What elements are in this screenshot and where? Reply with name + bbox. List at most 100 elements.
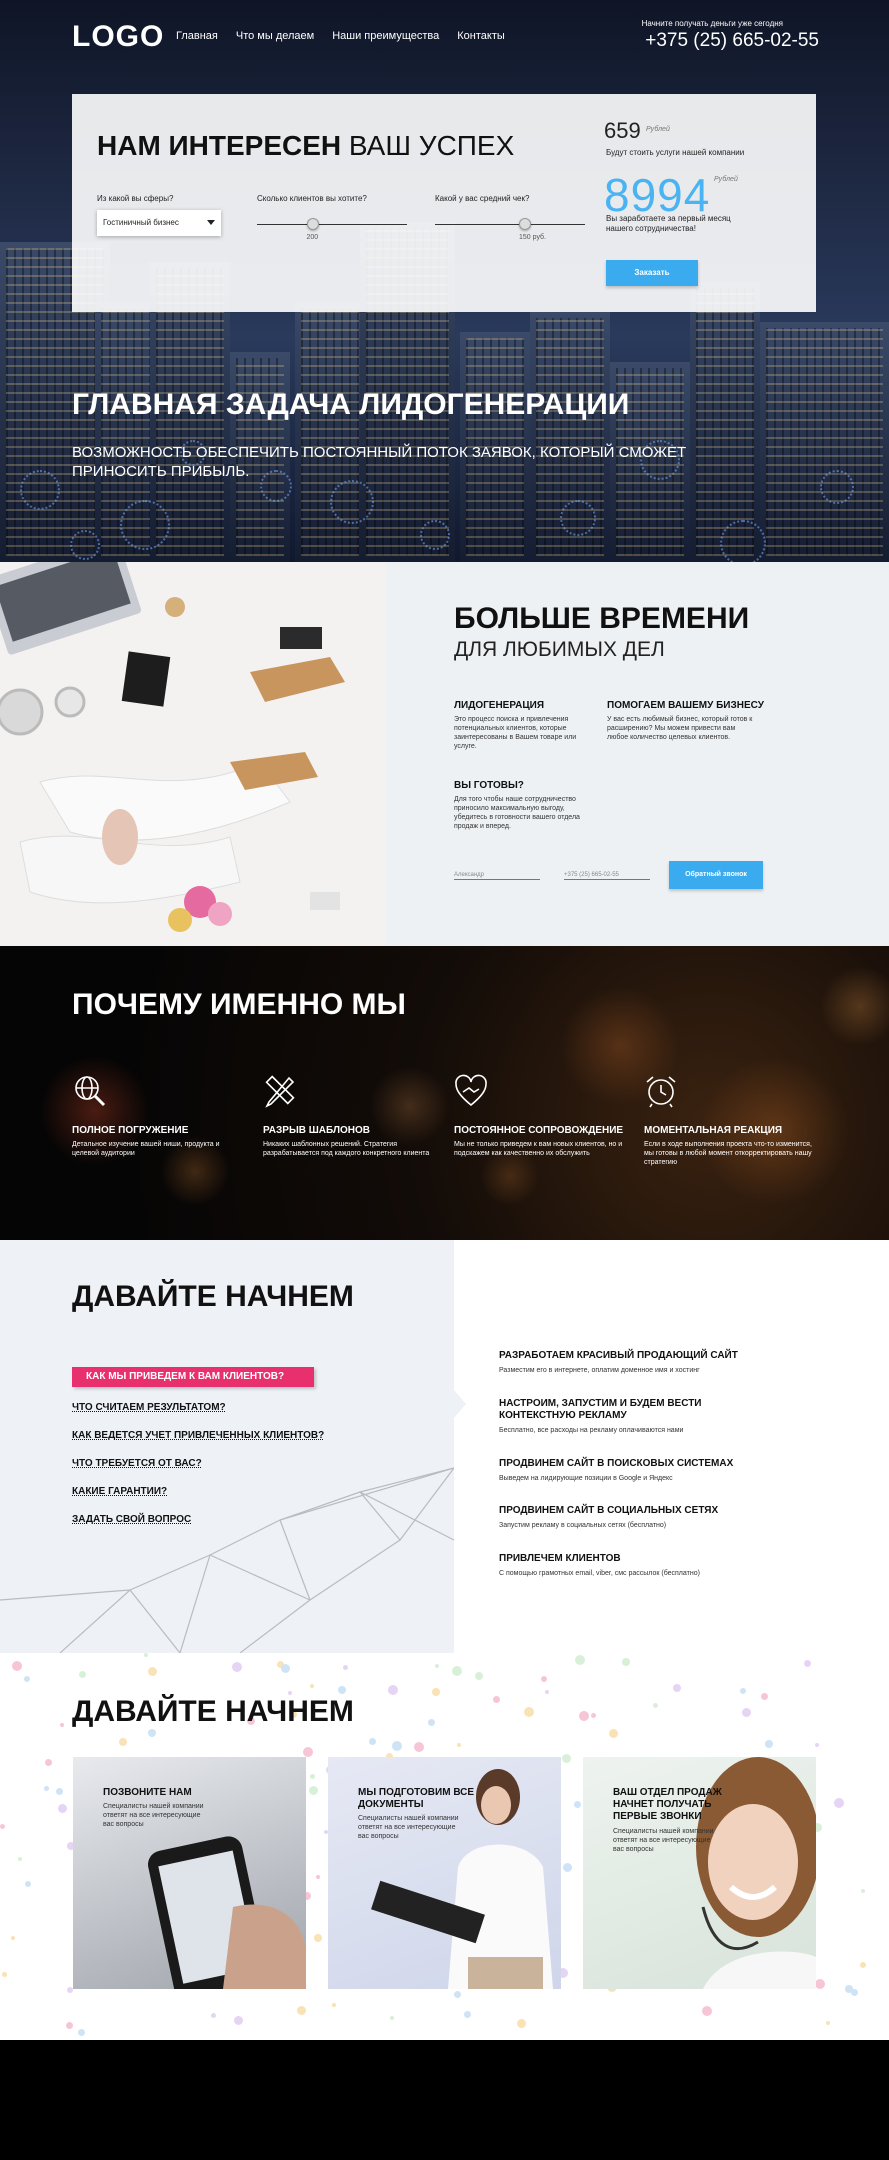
clients-slider-track[interactable] <box>257 224 407 225</box>
service-title: РАЗРАБОТАЕМ КРАСИВЫЙ ПРОДАЮЩИЙ САЙТ <box>499 1350 738 1361</box>
price-unit: Рублей <box>646 126 670 133</box>
confetti-dot <box>517 2019 526 2028</box>
top-nav: LOGO Главная Что мы делаем Наши преимуще… <box>0 0 889 70</box>
service-title: ПРОДВИНЕМ САЙТ В ПОИСКОВЫХ СИСТЕМАХ <box>499 1458 734 1469</box>
building <box>760 322 889 562</box>
confetti-dot <box>562 1754 571 1763</box>
phone-input[interactable]: +375 (25) 665-02-55 <box>564 862 650 880</box>
check-label: Какой у вас средний чек? <box>435 194 530 203</box>
feature-text: Никаких шаблонных решений. Стратегия раз… <box>263 1141 430 1157</box>
service-title: НАСТРОИМ, ЗАПУСТИМ И БУДЕМ ВЕСТИ КОНТЕКС… <box>499 1398 702 1421</box>
ready-title: ВЫ ГОТОВЫ? <box>454 780 524 791</box>
nav-link-services[interactable]: Что мы делаем <box>236 30 314 42</box>
confetti-dot <box>815 1743 819 1747</box>
confetti-dot <box>316 1875 320 1879</box>
feature-text: Если в ходе выполнения проекта что-то из… <box>644 1141 812 1166</box>
service-text: Выведем на лидирующие позиции в Google и… <box>499 1475 673 1482</box>
confetti-dot <box>332 2003 336 2007</box>
confetti-dot <box>575 1655 585 1665</box>
more-time-subheading: ДЛЯ ЛЮБИМЫХ ДЕЛ <box>454 638 665 661</box>
panel-arrow <box>454 1390 466 1418</box>
lifestyle-photo <box>0 562 386 946</box>
confetti-dot <box>44 1786 49 1791</box>
faq-question[interactable]: ЧТО ТРЕБУЕТСЯ ОТ ВАС? <box>72 1458 202 1469</box>
faq-question[interactable]: ЧТО СЧИТАЕМ РЕЗУЛЬТАТОМ? <box>72 1402 226 1413</box>
order-button[interactable]: Заказать <box>606 260 698 286</box>
pencil-ruler-icon <box>265 1075 295 1108</box>
calculator-title: НАМ ИНТЕРЕСЕН ВАШ УСПЕХ <box>97 130 515 161</box>
confetti-dot <box>25 1881 31 1887</box>
help-business-text: У вас есть любимый бизнес, который готов… <box>607 716 753 741</box>
confetti-dot <box>390 2016 394 2020</box>
nav-link-home[interactable]: Главная <box>176 30 218 42</box>
confetti-dot <box>392 1741 402 1751</box>
confetti-dot <box>369 1738 376 1745</box>
faq-question[interactable]: КАК ВЕДЕТСЯ УЧЕТ ПРИВЛЕЧЕННЫХ КЛИЕНТОВ? <box>72 1430 324 1441</box>
confetti-dot <box>66 2022 73 2029</box>
feature-reaction: МОМЕНТАЛЬНАЯ РЕАКЦИЯ Если в ходе выполне… <box>644 1074 814 1167</box>
faq-question[interactable]: КАКИЕ ГАРАНТИИ? <box>72 1486 167 1497</box>
confetti-dot <box>673 1684 681 1692</box>
confetti-dot <box>493 1696 500 1703</box>
confetti-dot <box>702 2006 712 2016</box>
feature-text: Мы не только приведем к вам новых клиент… <box>454 1141 623 1157</box>
name-input[interactable]: Александр <box>454 862 540 880</box>
feature-immersion: ПОЛНОЕ ПОГРУЖЕНИЕ Детальное изучение ваш… <box>72 1074 242 1158</box>
earnings-caption-2: нашего сотрудничества! <box>606 224 696 233</box>
confetti-dot <box>58 1804 67 1813</box>
confetti-dot <box>435 1664 439 1668</box>
earnings-caption-1: Вы заработаете за первый месяц <box>606 214 731 223</box>
glow-circle <box>820 966 889 1046</box>
chevron-down-icon <box>207 220 215 225</box>
ready-text: Для того чтобы наше сотрудничество прино… <box>454 796 580 830</box>
faq-panel: ДАВАЙТЕ НАЧНЕМ КАК МЫ ПРИВЕДЕМ К ВАМ КЛИ… <box>0 1240 454 1653</box>
confetti-dot <box>804 1660 811 1667</box>
service-item: ПРОДВИНЕМ САЙТ В ПОИСКОВЫХ СИСТЕМАХ Выве… <box>499 1458 839 1482</box>
feature-templates: РАЗРЫВ ШАБЛОНОВ Никаких шаблонных решени… <box>263 1074 433 1158</box>
confetti-dot <box>845 1985 853 1993</box>
calculator-panel: НАМ ИНТЕРЕСЕН ВАШ УСПЕХ Из какой вы сфер… <box>72 94 816 312</box>
header-phone[interactable]: +375 (25) 665-02-55 <box>645 30 819 52</box>
steps-section: ДАВАЙТЕ НАЧНЕМ ПОЗВОНИТЕ НАМ Специалисты… <box>0 1653 889 2040</box>
service-text: Бесплатно, все расходы на рекламу оплачи… <box>499 1427 684 1434</box>
confetti-dot <box>742 1708 751 1717</box>
confetti-dot <box>761 1693 768 1700</box>
step-title: МЫ ПОДГОТОВИМ ВСЕ ДОКУМЕНТЫ <box>358 1787 475 1810</box>
confetti-dot <box>18 1857 22 1861</box>
check-slider-handle[interactable] <box>519 218 531 230</box>
sphere-select[interactable]: Гостиничный бизнес <box>97 210 221 236</box>
confetti-dot <box>45 1759 52 1766</box>
bokeh-circle <box>560 500 596 536</box>
confetti-dot <box>765 1740 773 1748</box>
confetti-dot <box>432 1688 440 1696</box>
nav-links: Главная Что мы делаем Наши преимущества … <box>176 30 505 42</box>
confetti-dot <box>309 1786 318 1795</box>
step-text: Специалисты нашей компании ответят на вс… <box>613 1828 714 1853</box>
confetti-dot <box>297 2006 306 2015</box>
call-note: Начните получать деньги уже сегодня <box>641 19 783 28</box>
confetti-dot <box>24 1676 30 1682</box>
faq-question[interactable]: ЗАДАТЬ СВОЙ ВОПРОС <box>72 1514 191 1525</box>
price-caption: Будут стоить услуги нашей компании <box>606 148 745 157</box>
confetti-dot <box>232 1662 242 1672</box>
confetti-dot <box>119 1738 127 1746</box>
earnings-unit: Рублей <box>714 176 738 183</box>
nav-link-contacts[interactable]: Контакты <box>457 30 505 42</box>
confetti-dot <box>545 1690 549 1694</box>
confetti-dot <box>541 1676 547 1682</box>
clients-slider-handle[interactable] <box>306 218 319 230</box>
leadgen-text: Это процесс поиска и привлечения потенци… <box>454 716 577 750</box>
logo[interactable]: LOGO <box>72 20 164 54</box>
confetti-dot <box>78 2029 85 2036</box>
callback-button[interactable]: Обратный звонок <box>669 861 763 889</box>
confetti-dot <box>653 1703 658 1708</box>
sphere-label: Из какой вы сферы? <box>97 194 174 203</box>
bokeh-circle <box>330 480 374 524</box>
check-slider-track[interactable] <box>435 224 585 225</box>
confetti-dot <box>303 1747 313 1757</box>
faq-active-question[interactable]: КАК МЫ ПРИВЕДЕМ К ВАМ КЛИЕНТОВ? <box>72 1367 314 1387</box>
nav-link-advantages[interactable]: Наши преимущества <box>332 30 439 42</box>
confetti-dot <box>281 1664 290 1673</box>
check-value: 150 руб. <box>519 234 546 241</box>
bokeh-circle <box>820 470 854 504</box>
